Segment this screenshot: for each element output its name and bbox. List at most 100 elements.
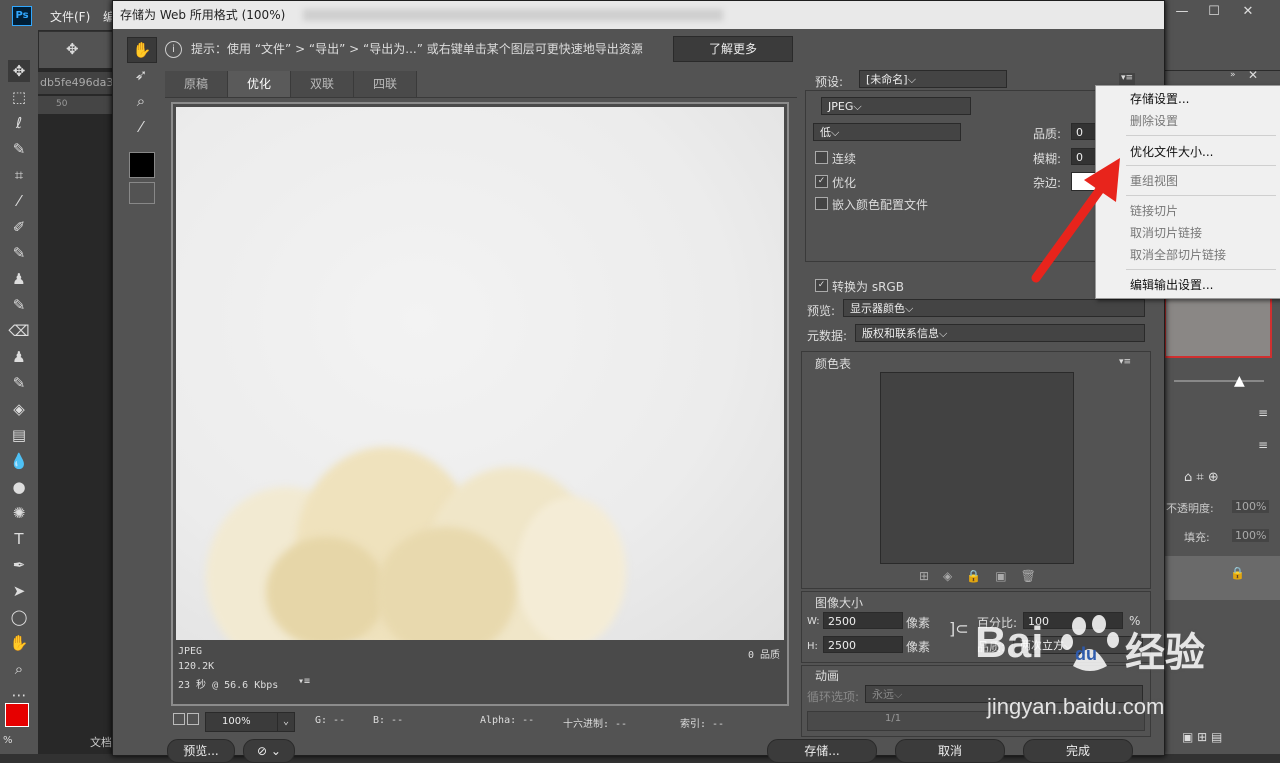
zoom-tool-icon[interactable]: ⌕ — [127, 89, 155, 113]
preview-mode-select[interactable]: 显示器颜色 — [843, 299, 1145, 317]
gradient-tool-icon[interactable]: ▤ — [8, 424, 30, 446]
paint-bucket-icon[interactable]: ◈ — [8, 398, 30, 420]
save-button[interactable]: 存储... — [767, 739, 877, 763]
baidu-jingyan-watermark: Bai du 经验 jingyan.baidu.com — [975, 612, 1275, 732]
preview-image[interactable] — [176, 107, 784, 640]
layer-actions-icons[interactable]: ▣ ⊞ ▤ — [1182, 730, 1222, 744]
eyedropper-tool-icon[interactable]: ⁄ — [127, 115, 155, 139]
zoom-out-icon[interactable] — [173, 713, 185, 725]
layers-menu-icon[interactable]: ≡ — [1258, 438, 1268, 452]
eyedropper-tool-icon[interactable]: ⁄ — [8, 190, 30, 212]
menu-optimize-file-size[interactable]: 优化文件大小... — [1130, 142, 1213, 162]
opacity-value[interactable]: 100% — [1232, 500, 1270, 513]
healing-brush-icon[interactable]: ✐ — [8, 216, 30, 238]
hand-tool-icon[interactable]: ✋ — [8, 632, 30, 654]
zoom-tool-icon[interactable]: ⌕ — [8, 658, 30, 680]
layer-row[interactable] — [1164, 556, 1280, 600]
tab-original[interactable]: 原稿 — [165, 71, 228, 97]
height-unit: 像素 — [906, 640, 931, 654]
quality-label: 品质: — [1033, 127, 1062, 141]
optimized-checkbox[interactable]: ✓ — [815, 175, 828, 188]
height-input[interactable]: 2500 — [823, 636, 903, 653]
menu-unlink-slices: 取消切片链接 — [1130, 226, 1203, 240]
info-icon: i — [165, 41, 182, 58]
tab-optimized[interactable]: 优化 — [228, 71, 291, 97]
learn-more-button[interactable]: 了解更多 — [673, 36, 793, 62]
menu-file[interactable]: 文件(F) — [50, 8, 90, 25]
preset-select[interactable]: [未命名] — [859, 70, 1007, 88]
panel-collapse-icon[interactable]: » — [1230, 70, 1236, 80]
slice-select-tool-icon[interactable]: ➶ — [127, 63, 155, 87]
brush-tool-icon[interactable]: ✎ — [8, 242, 30, 264]
ruler-tick: 50 — [56, 99, 68, 109]
preview-format: JPEG — [178, 646, 203, 657]
zoom-dropdown-icon[interactable]: ⌄ — [277, 712, 295, 732]
menu-save-settings[interactable]: 存储设置... — [1130, 89, 1189, 109]
maximize-icon[interactable]: ☐ — [1200, 0, 1228, 26]
panel-menu-icon[interactable]: ≡ — [1258, 406, 1268, 420]
preview-mode-label: 预览: — [807, 304, 836, 318]
fill-value[interactable]: 100% — [1232, 529, 1270, 542]
dialog-title: 存储为 Web 所用格式 (100%) — [120, 8, 286, 22]
sponge-tool-icon[interactable]: ✺ — [8, 502, 30, 524]
foreground-color-swatch[interactable] — [5, 703, 29, 727]
progressive-label: 连续 — [832, 152, 857, 166]
browser-select-icon[interactable]: ⊘ ⌄ — [243, 739, 295, 763]
color-table-actions-icons[interactable]: ⊞◈🔒▣🗑 — [919, 569, 1050, 583]
minimize-icon[interactable]: — — [1168, 0, 1196, 26]
constrain-proportions-icon[interactable]: ]⊂ — [949, 619, 969, 638]
lock-icons[interactable]: ⌂ ⌗ ⊕ — [1184, 470, 1219, 485]
preview-in-browser-button[interactable]: 预览... — [167, 739, 235, 763]
lasso-tool-icon[interactable]: ℓ — [8, 112, 30, 134]
zoom-in-icon[interactable] — [187, 713, 199, 725]
convert-srgb-checkbox[interactable]: ✓ — [815, 279, 828, 292]
eyedropper-color-swatch[interactable] — [129, 152, 155, 178]
watermark-brand-du: du — [1075, 644, 1097, 664]
width-input[interactable]: 2500 — [823, 612, 903, 629]
quality-level-select[interactable]: 低 — [813, 123, 961, 141]
tab-2-up[interactable]: 双联 — [291, 71, 354, 97]
move-tool-icon[interactable]: ✥ — [8, 60, 30, 82]
menu-link-slices: 链接切片 — [1130, 204, 1179, 218]
dodge-tool-icon[interactable]: ● — [8, 476, 30, 498]
cancel-button[interactable]: 取消 — [895, 739, 1005, 763]
zoom-slider[interactable] — [1174, 380, 1264, 382]
metadata-select[interactable]: 版权和联系信息 — [855, 324, 1145, 342]
download-speed-menu-icon[interactable]: ▾≡ — [298, 676, 310, 687]
ellipse-tool-icon[interactable]: ◯ — [8, 606, 30, 628]
format-select[interactable]: JPEG — [821, 97, 971, 115]
marquee-tool-icon[interactable]: ⬚ — [8, 86, 30, 108]
type-tool-icon[interactable]: T — [8, 528, 30, 550]
navigator-thumbnail[interactable] — [1164, 296, 1272, 358]
history-brush-icon[interactable]: ✎ — [8, 294, 30, 316]
fill-label: 填充: — [1184, 531, 1210, 544]
move-icon[interactable]: ✥ — [66, 40, 79, 58]
document-tab[interactable]: db5fe496da3 — [38, 72, 118, 94]
color-table-menu-icon[interactable]: ▾≡ — [1119, 357, 1131, 367]
quick-select-icon[interactable]: ✎ — [8, 138, 30, 160]
menu-edit-output-settings[interactable]: 编辑输出设置... — [1130, 275, 1213, 295]
path-select-icon[interactable]: ➤ — [8, 580, 30, 602]
blur-tool-icon[interactable]: 💧 — [8, 450, 30, 472]
hand-tool-icon[interactable]: ✋ — [127, 37, 157, 63]
crop-tool-icon[interactable]: ⌗ — [8, 164, 30, 186]
close-icon[interactable]: ✕ — [1234, 0, 1262, 26]
eraser-tool-icon[interactable]: ⌫ — [8, 320, 30, 342]
status-b: B: -- — [373, 715, 404, 726]
toggle-slices-icon[interactable] — [129, 182, 155, 204]
art-brush-icon[interactable]: ✎ — [8, 372, 30, 394]
dialog-title-bar: 存储为 Web 所用格式 (100%) — [113, 1, 1164, 29]
optimize-menu-icon[interactable]: ▾≡ — [1119, 73, 1135, 85]
embed-profile-checkbox[interactable] — [815, 197, 828, 210]
progressive-checkbox[interactable] — [815, 151, 828, 164]
watermark-brand: Bai — [975, 618, 1044, 667]
panel-close-icon[interactable]: ✕ — [1248, 68, 1258, 82]
done-button[interactable]: 完成 — [1023, 739, 1133, 763]
zoom-mountain-icon[interactable]: ▲ — [1234, 373, 1245, 389]
tab-4-up[interactable]: 四联 — [354, 71, 417, 97]
preview-file-size: 120.2K — [178, 661, 215, 672]
watermark-experience: 经验 — [1125, 630, 1205, 676]
stamp2-tool-icon[interactable]: ♟ — [8, 346, 30, 368]
pen-tool-icon[interactable]: ✒ — [8, 554, 30, 576]
stamp-tool-icon[interactable]: ♟ — [8, 268, 30, 290]
